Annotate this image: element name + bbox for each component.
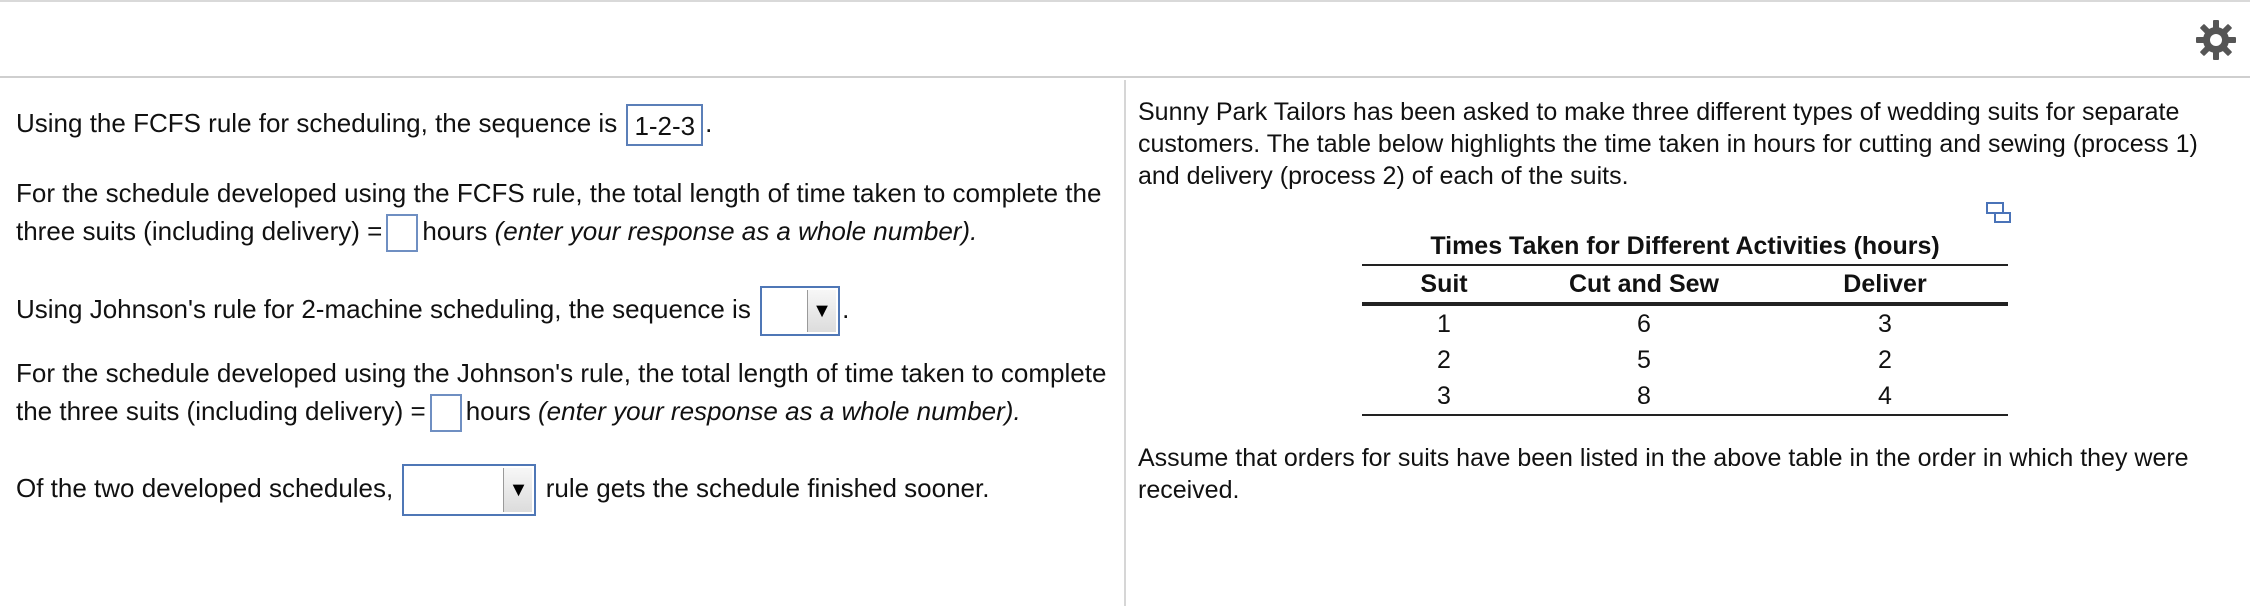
table-cell: 3 [1362,378,1526,416]
problem-footer-wrap: Assume that orders for suits have been l… [1138,442,2238,506]
question-text: For the schedule developed using the Joh… [16,358,1107,388]
hours-label: hours [465,396,531,426]
input-hint: (enter your response as a whole number). [537,396,1021,426]
hours-label: hours [422,216,488,246]
table-header-row: Suit Cut and Sew Deliver [1362,264,2008,306]
column-header: Suit [1362,264,1526,306]
johnson-sequence-dropdown[interactable]: ▼ [760,286,841,336]
table-cell: 1 [1437,310,1451,338]
problem-footer: Assume that orders for suits have been l… [1138,444,2189,504]
column-header: Deliver [1762,264,2008,306]
data-table: Suit Cut and Sew Deliver 1 6 3 2 5 2 3 8… [1362,264,2008,416]
question-period: . [842,293,850,324]
table-row: 1 6 3 [1362,304,2008,342]
table-cell: 6 [1637,310,1651,338]
question-johnson-sequence: Using Johnson's rule for 2-machine sched… [16,286,849,336]
column-header: Cut and Sew [1526,264,1762,306]
top-toolbar [0,0,2250,78]
question-fcfs-sequence: Using the FCFS rule for scheduling, the … [16,104,713,147]
question-text: the three suits (including delivery) = [16,396,426,426]
question-text: For the schedule developed using the FCF… [16,178,1102,208]
pane-divider [1124,80,1126,606]
table-title: Times Taken for Different Activities (ho… [1430,232,1940,260]
question-fcfs-time-line2: three suits (including delivery) = hours … [16,212,978,253]
question-fcfs-time-line1: For the schedule developed using the FCF… [16,174,1101,212]
question-text: three suits (including delivery) = [16,216,383,246]
problem-pane: Sunny Park Tailors has been asked to mak… [1138,96,2238,192]
problem-intro: Sunny Park Tailors has been asked to mak… [1138,98,2198,190]
table-row: 3 8 4 [1362,378,2008,416]
input-hint: (enter your response as a whole number). [494,216,978,246]
chevron-down-icon: ▼ [503,468,533,512]
table-cell: 2 [1878,346,1892,374]
table-cell: 5 [1637,346,1651,374]
johnson-hours-input[interactable] [429,394,462,433]
activity-times-table: Times Taken for Different Activities (ho… [1362,228,2008,416]
question-text: Using Johnson's rule for 2-machine sched… [16,293,751,324]
question-johnson-time-line1: For the schedule developed using the Joh… [16,354,1106,392]
question-better-rule: Of the two developed schedules, ▼ rule g… [16,464,989,516]
question-johnson-time-line2: the three suits (including delivery) = ho… [16,392,1021,433]
gear-icon[interactable] [2194,18,2238,62]
table-cell: 2 [1437,346,1451,374]
question-period: . [705,108,713,138]
table-row: 2 5 2 [1362,342,2008,378]
fcfs-sequence-answer[interactable]: 1-2-3 [626,104,704,147]
chevron-down-icon: ▼ [807,290,837,332]
table-cell: 3 [1878,310,1892,338]
question-text: Of the two developed schedules, [16,472,394,503]
fcfs-hours-input[interactable] [386,214,419,253]
question-text: Using the FCFS rule for scheduling, the … [16,108,618,138]
expand-table-icon[interactable] [1986,202,2012,224]
question-text: rule gets the schedule finished sooner. [545,472,990,503]
table-cell: 4 [1762,378,2008,416]
table-cell: 8 [1526,378,1762,416]
better-rule-dropdown[interactable]: ▼ [402,464,537,516]
